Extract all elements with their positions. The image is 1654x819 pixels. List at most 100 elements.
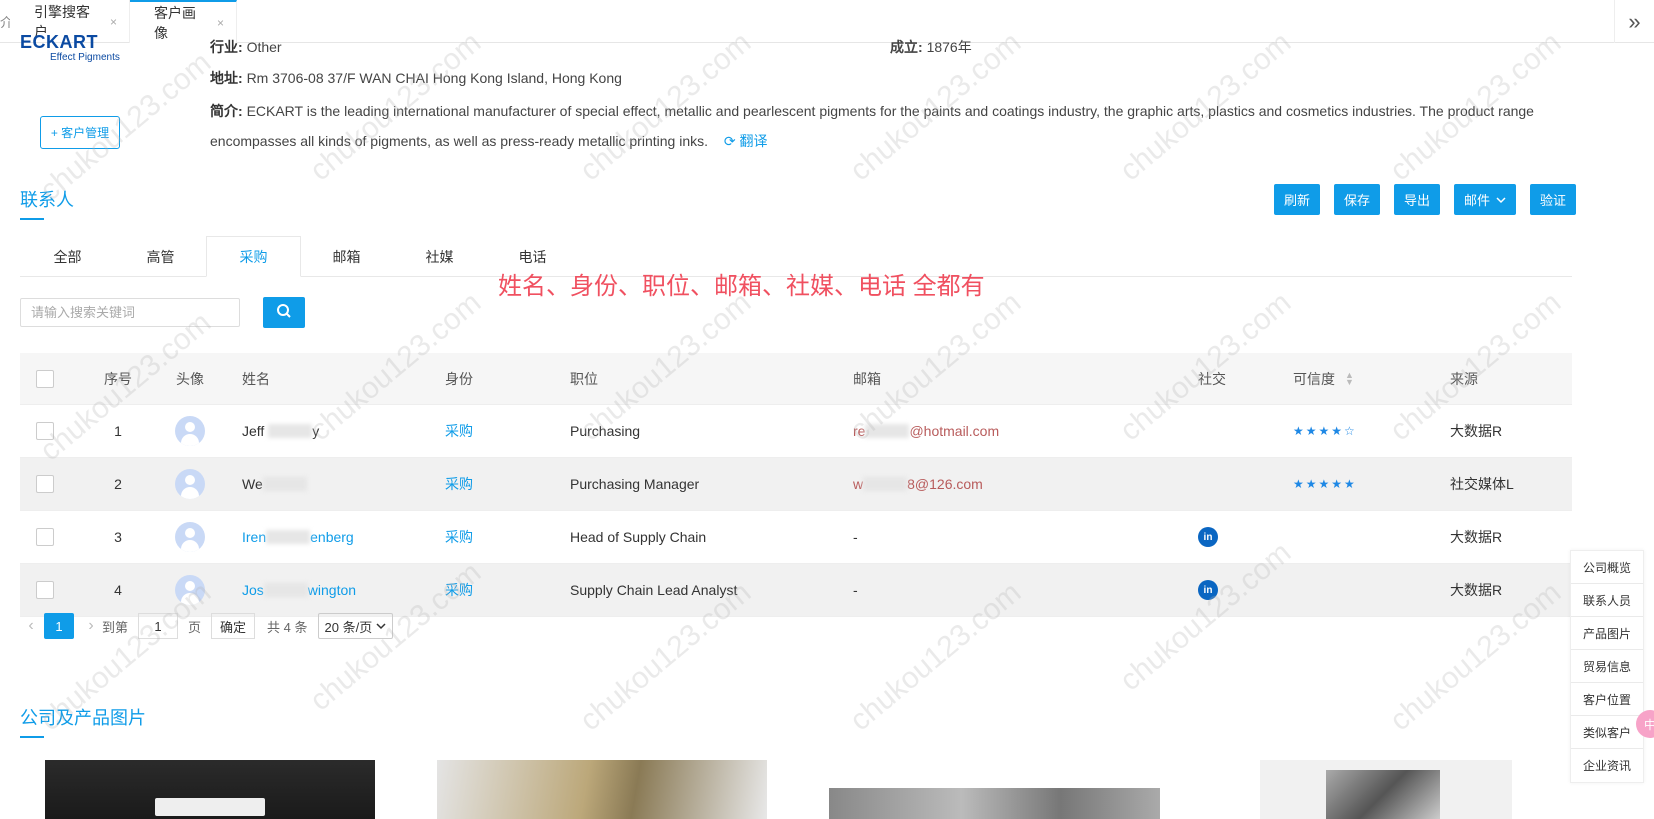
redacted bbox=[262, 477, 307, 491]
reliability-stars: ★★★★☆ bbox=[1293, 424, 1357, 438]
linkedin-icon[interactable]: in bbox=[1198, 511, 1218, 563]
search-input[interactable] bbox=[20, 298, 240, 327]
table-row: 2 We 采购 Purchasing Manager w 8@126.com ★★… bbox=[20, 458, 1572, 511]
chevron-down-icon bbox=[1496, 192, 1506, 207]
translate-label: 翻译 bbox=[739, 133, 768, 149]
contact-role[interactable]: 采购 bbox=[445, 405, 473, 457]
tab-social[interactable]: 社媒 bbox=[392, 236, 487, 277]
avatar bbox=[165, 564, 215, 616]
nav-company-overview[interactable]: 公司概览 bbox=[1571, 551, 1643, 584]
contact-source: 大数据R bbox=[1450, 529, 1503, 545]
page-button-current[interactable]: 1 bbox=[44, 613, 74, 639]
product-image[interactable] bbox=[1260, 760, 1512, 819]
industry-info: 行业: Other bbox=[210, 37, 282, 57]
nav-customer-location[interactable]: 客户位置 bbox=[1571, 683, 1643, 716]
product-image[interactable] bbox=[437, 760, 767, 819]
founded-info: 成立: 1876年 bbox=[890, 37, 972, 57]
goto-confirm-button[interactable]: 确定 bbox=[211, 613, 256, 639]
close-icon[interactable]: × bbox=[110, 15, 117, 29]
intro-value: ECKART is the leading international manu… bbox=[210, 103, 1534, 149]
page-size-select[interactable]: 20 条/页 bbox=[317, 613, 394, 639]
contact-name-link[interactable]: Iren enberg bbox=[242, 511, 354, 563]
logo-sub: Effect Pigments bbox=[50, 52, 120, 63]
col-reliability[interactable]: 可信度 ▲ ▼ bbox=[1293, 353, 1354, 404]
contacts-section-title: 联系人 bbox=[20, 186, 74, 220]
close-icon[interactable]: × bbox=[217, 16, 224, 30]
product-image[interactable] bbox=[829, 788, 1160, 819]
row-checkbox[interactable] bbox=[36, 458, 54, 510]
tab-email[interactable]: 邮箱 bbox=[299, 236, 394, 277]
address-value: Rm 3706-08 37/F WAN CHAI Hong Kong Islan… bbox=[246, 70, 622, 86]
avatar bbox=[165, 458, 215, 510]
contact-position: Purchasing bbox=[570, 423, 641, 439]
customer-management-button[interactable]: + 客户管理 bbox=[40, 116, 120, 149]
row-checkbox[interactable] bbox=[36, 405, 54, 457]
linkedin-icon[interactable]: in bbox=[1198, 564, 1218, 616]
table-row: 3 Iren enberg 采购 Head of Supply Chain - i… bbox=[20, 511, 1572, 564]
prev-page-icon[interactable]: ‹ bbox=[20, 617, 42, 635]
col-name: 姓名 bbox=[242, 370, 270, 387]
nav-contacts[interactable]: 联系人员 bbox=[1571, 584, 1643, 617]
industry-label: 行业: bbox=[210, 39, 243, 55]
row-index: 4 bbox=[114, 582, 122, 598]
contact-source: 大数据R bbox=[1450, 423, 1503, 439]
sort-icon[interactable]: ▲ ▼ bbox=[1345, 370, 1354, 386]
search-button[interactable] bbox=[263, 297, 305, 328]
verify-button[interactable]: 验证 bbox=[1530, 184, 1576, 215]
nav-trade-info[interactable]: 贸易信息 bbox=[1571, 650, 1643, 683]
row-checkbox[interactable] bbox=[36, 564, 54, 616]
contact-email[interactable]: re @hotmail.com bbox=[853, 405, 999, 457]
redacted bbox=[865, 424, 910, 438]
email-dropdown-button[interactable]: 邮件 bbox=[1454, 184, 1516, 215]
contact-source: 社交媒体L bbox=[1450, 476, 1514, 492]
col-position: 职位 bbox=[570, 370, 598, 387]
product-image[interactable] bbox=[45, 760, 375, 819]
row-index: 2 bbox=[114, 476, 122, 492]
tab-all[interactable]: 全部 bbox=[20, 236, 115, 277]
email-button-label: 邮件 bbox=[1463, 193, 1490, 208]
contact-email[interactable]: w 8@126.com bbox=[853, 458, 983, 510]
tab-executives[interactable]: 高管 bbox=[113, 236, 208, 277]
contact-name: Jeff y bbox=[242, 423, 320, 439]
total-count: 共 4 条 bbox=[267, 619, 308, 635]
contact-name-link[interactable]: Jos wington bbox=[242, 564, 356, 616]
redacted bbox=[266, 530, 311, 544]
redacted bbox=[268, 424, 313, 438]
next-page-icon[interactable]: › bbox=[80, 617, 102, 635]
nav-company-news[interactable]: 企业资讯 bbox=[1571, 749, 1643, 782]
table-row: 4 Jos wington 采购 Supply Chain Lead Analys… bbox=[20, 564, 1572, 617]
intro-info: 简介: ECKART is the leading international … bbox=[210, 96, 1550, 156]
section-anchor-nav: 公司概览 联系人员 产品图片 贸易信息 客户位置 类似客户 企业资讯 bbox=[1570, 550, 1644, 783]
col-email: 邮箱 bbox=[853, 370, 881, 387]
save-button[interactable]: 保存 bbox=[1334, 184, 1380, 215]
row-checkbox[interactable] bbox=[36, 511, 54, 563]
industry-value: Other bbox=[246, 39, 282, 55]
tab-label: 客户画像 bbox=[154, 4, 196, 41]
nav-product-images[interactable]: 产品图片 bbox=[1571, 617, 1643, 650]
founded-value: 1876年 bbox=[926, 39, 972, 55]
goto-page-input[interactable]: 1 bbox=[138, 613, 179, 639]
search-icon bbox=[276, 303, 292, 322]
contact-role[interactable]: 采购 bbox=[445, 564, 473, 616]
contact-role[interactable]: 采购 bbox=[445, 458, 473, 510]
translate-link[interactable]: ⟳ 翻译 bbox=[724, 133, 768, 149]
tab-purchasing[interactable]: 采购 bbox=[206, 236, 301, 277]
goto-label: 到第 bbox=[102, 619, 129, 635]
pagination: ‹ 1 › 到第 1 页 确定 共 4 条 20 条/页 bbox=[20, 611, 394, 641]
contact-name: We bbox=[242, 458, 307, 510]
col-avatar: 头像 bbox=[176, 370, 204, 387]
more-tabs-icon[interactable]: » bbox=[1614, 0, 1654, 43]
home-icon[interactable]: 介 bbox=[0, 12, 10, 32]
table-row: 1 Jeff y 采购 Purchasing re @hotmail.com ★★… bbox=[20, 405, 1572, 458]
redacted bbox=[263, 583, 308, 597]
founded-label: 成立: bbox=[890, 39, 923, 55]
company-logo: ECKART Effect Pigments bbox=[20, 30, 140, 70]
contact-position: Supply Chain Lead Analyst bbox=[570, 582, 738, 598]
nav-similar-customers[interactable]: 类似客户 bbox=[1571, 716, 1643, 749]
contact-role[interactable]: 采购 bbox=[445, 511, 473, 563]
col-role: 身份 bbox=[445, 370, 473, 387]
select-all-checkbox[interactable] bbox=[36, 353, 54, 404]
refresh-button[interactable]: 刷新 bbox=[1274, 184, 1320, 215]
avatar bbox=[165, 405, 215, 457]
export-button[interactable]: 导出 bbox=[1394, 184, 1440, 215]
